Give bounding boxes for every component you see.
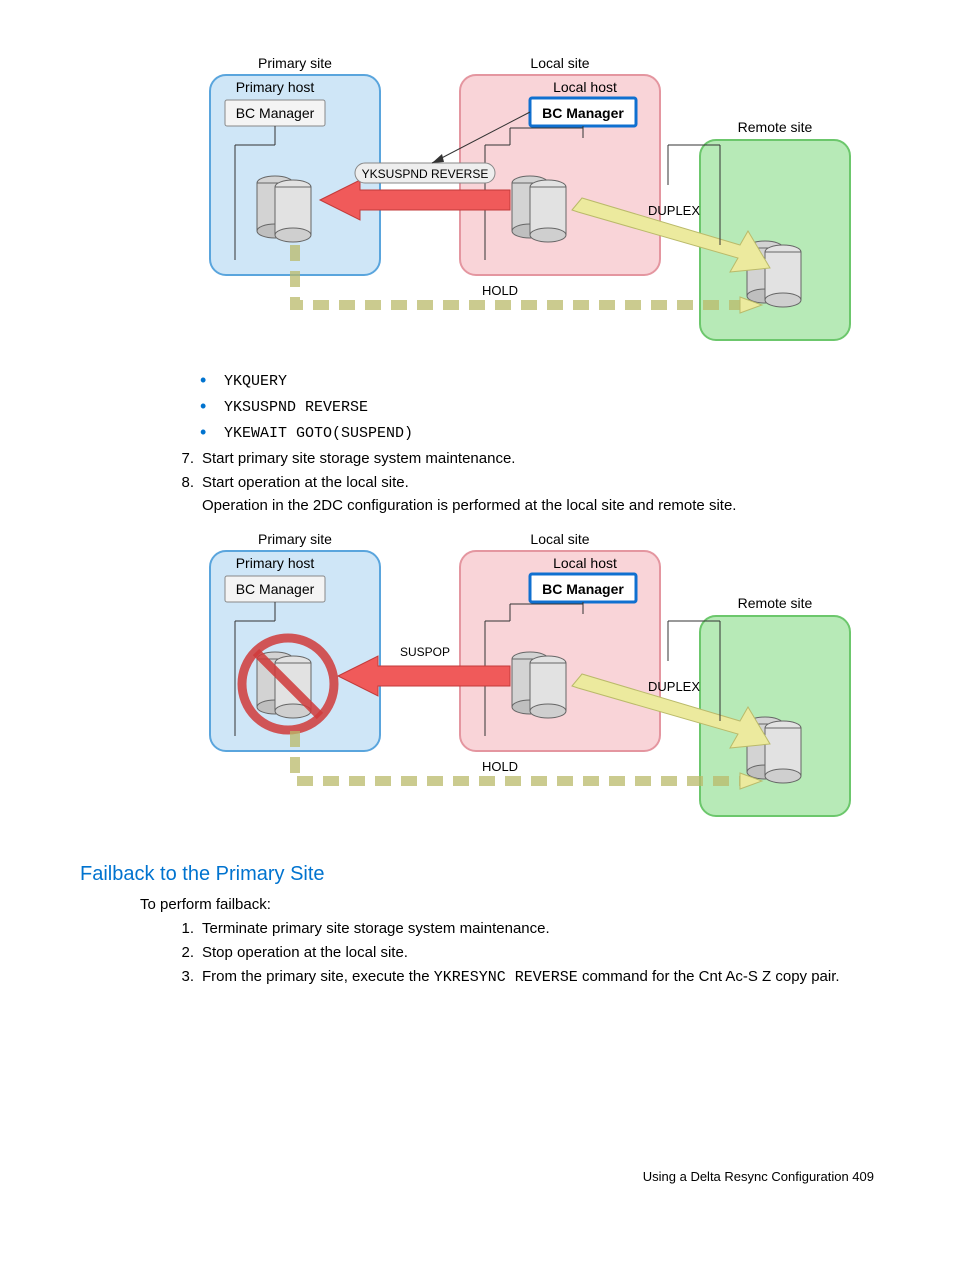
svg-text:BC Manager: BC Manager: [236, 581, 315, 597]
suspop-label: SUSPOP: [400, 645, 450, 659]
duplex-label: DUPLEX: [648, 203, 700, 218]
command-item: YKSUSPND REVERSE: [190, 396, 874, 418]
bc-manager-primary: BC Manager: [236, 105, 315, 121]
svg-text:Local site: Local site: [530, 531, 589, 547]
failback-intro: To perform failback:: [140, 894, 874, 915]
step-2: 2. Stop operation at the local site.: [170, 942, 874, 963]
primary-site-label: Primary site: [258, 55, 332, 71]
step-7: 7. Start primary site storage system mai…: [170, 448, 874, 469]
step-3: 3. From the primary site, execute the YK…: [170, 966, 874, 988]
step-8: 8. Start operation at the local site. Op…: [170, 472, 874, 516]
remote-site-label: Remote site: [738, 119, 813, 135]
primary-host-label: Primary host: [236, 79, 315, 95]
command-item: YKQUERY: [190, 370, 874, 392]
svg-text:Primary site: Primary site: [258, 531, 332, 547]
section-heading-failback: Failback to the Primary Site: [80, 860, 874, 888]
yksuspnd-label: YKSUSPND REVERSE: [362, 167, 489, 181]
local-site-label: Local site: [530, 55, 589, 71]
diagram-yksuspnd: Primary site Primary host BC Manager Loc…: [200, 50, 874, 356]
svg-text:Local host: Local host: [553, 555, 617, 571]
step-1: 1. Terminate primary site storage system…: [170, 918, 874, 939]
svg-text:Remote site: Remote site: [738, 595, 813, 611]
svg-text:HOLD: HOLD: [482, 759, 518, 774]
svg-text:Primary host: Primary host: [236, 555, 315, 571]
command-item: YKEWAIT GOTO(SUSPEND): [190, 422, 874, 444]
bc-manager-local: BC Manager: [542, 105, 624, 121]
local-host-label: Local host: [553, 79, 617, 95]
step-list-1: 7. Start primary site storage system mai…: [170, 448, 874, 516]
svg-text:BC Manager: BC Manager: [542, 581, 624, 597]
step-list-failback: 1. Terminate primary site storage system…: [170, 918, 874, 988]
page-footer: Using a Delta Resync Configuration 409: [80, 1168, 874, 1186]
command-list: YKQUERY YKSUSPND REVERSE YKEWAIT GOTO(SU…: [190, 370, 874, 444]
svg-text:DUPLEX: DUPLEX: [648, 679, 700, 694]
diagram-suspop: Primary site Primary host BC Manager Loc…: [200, 526, 874, 832]
hold-label: HOLD: [482, 283, 518, 298]
